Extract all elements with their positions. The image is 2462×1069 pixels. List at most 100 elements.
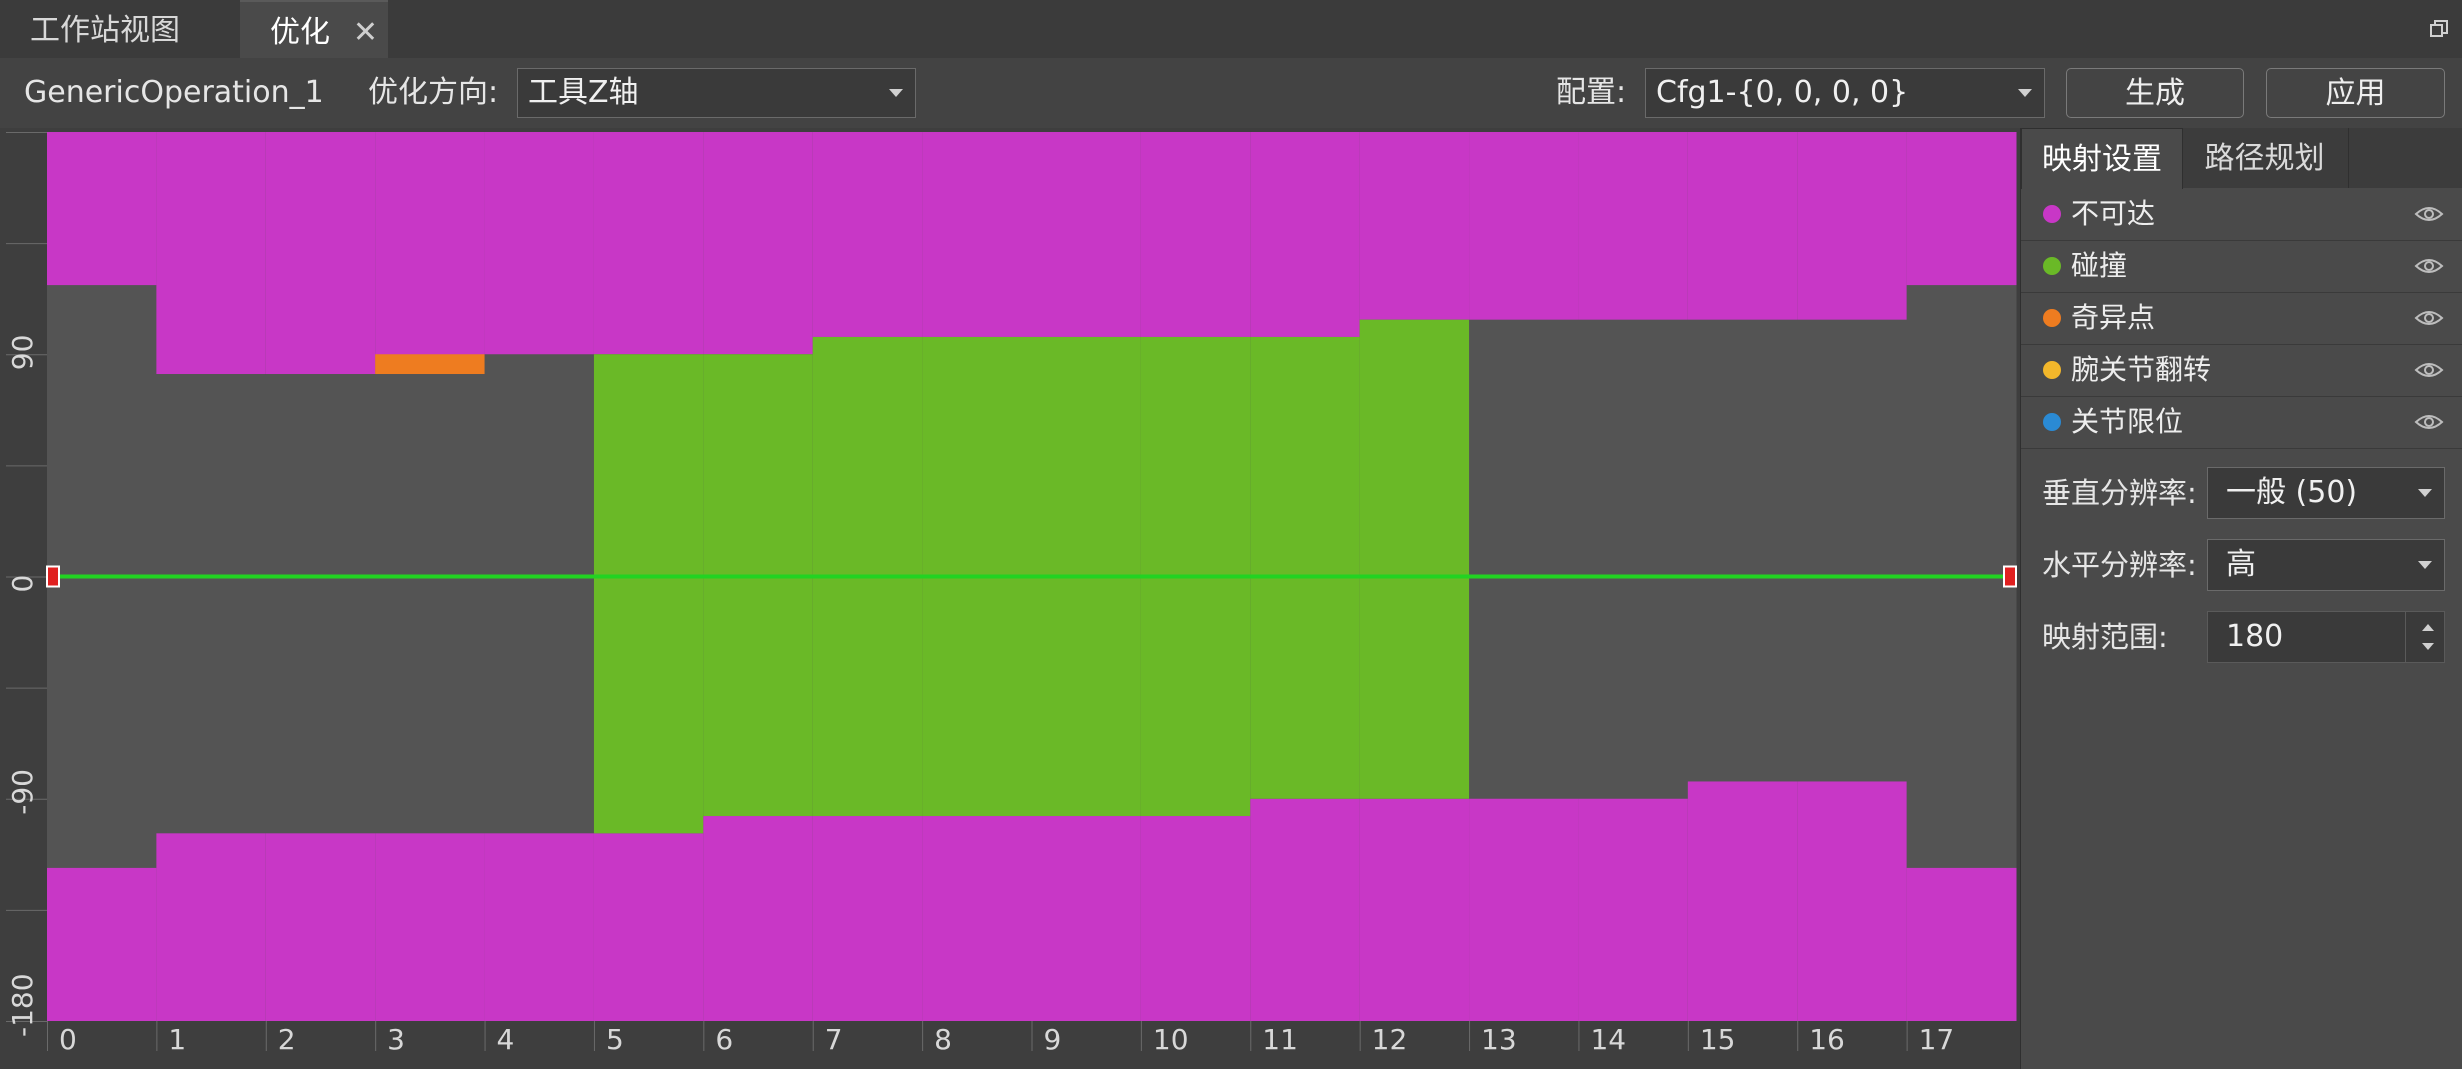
generate-button[interactable]: 生成	[2066, 68, 2244, 118]
map-cell-unreachable-top	[593, 132, 704, 355]
x-tick-label: 5	[606, 1023, 624, 1056]
tab-optimize-label: 优化	[270, 15, 330, 50]
x-tick	[1687, 1021, 1689, 1051]
map-cell-unreachable-bottom	[1797, 781, 1908, 1021]
map-cell-unreachable-top	[922, 132, 1032, 337]
tab-optimize[interactable]: 优化 ✕	[240, 0, 388, 58]
x-tick	[1797, 1021, 1799, 1051]
x-tick-label: 9	[1044, 1023, 1062, 1056]
x-tick-label: 1	[168, 1023, 186, 1056]
x-tick	[1140, 1021, 1142, 1051]
spin-down-icon[interactable]	[2422, 643, 2434, 650]
map-cell-unreachable-bottom	[156, 833, 267, 1021]
map-cell-unreachable-top	[812, 132, 923, 337]
map-cell-unreachable-bottom	[1359, 798, 1470, 1021]
map-cell-unreachable-bottom	[47, 867, 157, 1021]
eye-icon[interactable]	[2414, 410, 2444, 434]
tab-workstation-view[interactable]: 工作站视图	[0, 0, 240, 58]
x-tick	[1359, 1021, 1361, 1051]
eye-icon[interactable]	[2414, 306, 2444, 330]
map-cell-unreachable-bottom	[265, 833, 376, 1021]
map-cell-unreachable-top	[1797, 132, 1908, 320]
horizontal-resolution-value: 高	[2226, 547, 2256, 582]
x-tick	[1578, 1021, 1580, 1051]
eye-icon[interactable]	[2414, 202, 2444, 226]
x-tick	[922, 1021, 924, 1051]
legend-color-dot	[2043, 413, 2061, 431]
apply-button[interactable]: 应用	[2266, 68, 2445, 118]
horizontal-resolution-select[interactable]: 高	[2207, 539, 2445, 591]
x-tick	[703, 1021, 705, 1051]
reachability-map[interactable]: 0 1 2 3 4 5 6 7 8 9 10 11 12 13 14 15 16 17900-90-180	[0, 128, 2020, 1069]
x-tick	[265, 1021, 267, 1051]
legend-item: 不可达	[2021, 188, 2462, 241]
tab-path-planning[interactable]: 路径规划	[2181, 128, 2349, 188]
map-cell-unreachable-top	[1140, 132, 1251, 337]
y-tick	[6, 243, 47, 245]
map-cell-collision	[593, 354, 704, 834]
tab-workstation-label: 工作站视图	[30, 13, 180, 48]
x-tick	[484, 1021, 486, 1051]
config-select[interactable]: Cfg1-{0, 0, 0, 0}	[1645, 68, 2045, 118]
map-cell-collision	[1250, 336, 1361, 799]
map-cell-unreachable-top	[1031, 132, 1142, 337]
y-tick-label: 0	[6, 575, 39, 593]
eye-icon[interactable]	[2414, 358, 2444, 382]
x-tick-label: 11	[1262, 1023, 1298, 1056]
legend-color-dot	[2043, 205, 2061, 223]
x-tick	[812, 1021, 814, 1051]
legend-color-dot	[2043, 309, 2061, 327]
close-icon[interactable]: ✕	[353, 2, 378, 64]
map-cell-unreachable-top	[1250, 132, 1361, 337]
x-tick-label: 6	[715, 1023, 733, 1056]
x-tick-label: 17	[1919, 1023, 1955, 1056]
y-tick-label: 90	[6, 335, 39, 371]
x-tick-label: 4	[497, 1023, 515, 1056]
vertical-resolution-label: 垂直分辨率:	[2042, 476, 2197, 510]
x-tick-label: 8	[934, 1023, 952, 1056]
x-tick	[47, 1021, 48, 1051]
legend-label: 关节限位	[2071, 405, 2184, 438]
mapping-range-spinbox[interactable]: 180	[2207, 611, 2445, 663]
x-tick-label: 3	[387, 1023, 405, 1056]
map-cell-unreachable-bottom	[1906, 867, 2017, 1021]
chevron-down-icon	[2018, 89, 2032, 97]
x-tick-label: 0	[59, 1023, 77, 1056]
legend-item: 腕关节翻转	[2021, 344, 2462, 397]
legend-item: 关节限位	[2021, 396, 2462, 449]
eye-icon[interactable]	[2414, 254, 2444, 278]
horizontal-resolution-label: 水平分辨率:	[2042, 548, 2197, 582]
direction-select[interactable]: 工具Z轴	[517, 68, 916, 118]
restore-window-icon[interactable]	[2430, 20, 2448, 38]
direction-value: 工具Z轴	[528, 75, 639, 110]
x-tick-label: 15	[1700, 1023, 1736, 1056]
map-cell-unreachable-top	[156, 132, 267, 375]
map-cell-unreachable-bottom	[1250, 798, 1361, 1021]
x-tick-label: 12	[1372, 1023, 1408, 1056]
path-end-handle[interactable]	[2003, 565, 2017, 588]
spin-up-icon[interactable]	[2422, 624, 2434, 631]
x-tick	[1906, 1021, 1908, 1051]
path-start-handle[interactable]	[46, 565, 60, 588]
vertical-resolution-value: 一般 (50)	[2226, 475, 2358, 510]
tab-mapping-settings[interactable]: 映射设置	[2021, 128, 2183, 189]
legend-label: 碰撞	[2071, 249, 2128, 282]
x-tick	[1250, 1021, 1252, 1051]
x-tick	[1031, 1021, 1033, 1051]
x-tick-label: 7	[825, 1023, 843, 1056]
y-tick-label: -180	[6, 973, 39, 1037]
x-tick-label: 13	[1481, 1023, 1517, 1056]
legend-item: 奇异点	[2021, 292, 2462, 345]
vertical-resolution-select[interactable]: 一般 (50)	[2207, 467, 2445, 519]
map-cell-unreachable-bottom	[375, 833, 486, 1021]
x-tick-label: 2	[278, 1023, 296, 1056]
map-cell-collision	[1359, 319, 1470, 799]
y-axis-band	[0, 128, 47, 1069]
y-tick	[6, 687, 47, 689]
y-tick-label: -90	[6, 769, 39, 815]
map-cell-unreachable-top	[1359, 132, 1470, 320]
map-cell-unreachable-bottom	[1140, 816, 1251, 1021]
x-tick-label: 16	[1809, 1023, 1845, 1056]
map-cell-unreachable-top	[375, 132, 486, 375]
x-tick	[593, 1021, 595, 1051]
